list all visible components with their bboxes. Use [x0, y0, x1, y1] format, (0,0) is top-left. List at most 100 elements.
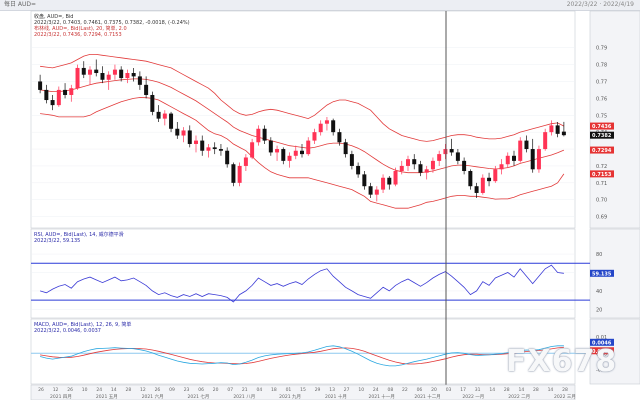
time-tick-label: 14 — [518, 387, 524, 393]
time-month-label: 2022 三月 — [554, 394, 576, 400]
candle-body — [175, 128, 180, 136]
chart-window: 每日 AUD= 2022/3/22 · 2022/4/19 0.79 0.78 0.… — [0, 0, 640, 400]
time-tick-label: 06 — [417, 387, 423, 393]
time-tick-label: 12 — [53, 387, 59, 393]
time-tick-label: 28 — [533, 387, 539, 393]
candle-body — [536, 149, 541, 170]
candle-body — [256, 128, 261, 143]
candle-body — [505, 155, 510, 165]
time-tick-label: 21 — [242, 387, 248, 393]
time-month-label: 2021 六月 — [142, 393, 164, 400]
candle-body — [150, 94, 155, 112]
rsi-legend-line: 2022/3/22, 59.135 — [34, 238, 80, 244]
chart-canvas: 0.790.780.770.760.750.740.730.720.710.70… — [30, 10, 640, 400]
price-legend-line: 布林线, AUD=, Bid(Last), 20, 简单, 2.0 — [34, 25, 127, 32]
time-month-label: 2021 十月 — [325, 393, 347, 400]
candle-body — [493, 169, 498, 182]
rsi-tick-label: 20 — [596, 307, 602, 313]
candle-body — [63, 89, 68, 95]
candle-body — [324, 120, 329, 124]
time-tick-label: 12 — [140, 387, 146, 393]
candle-body — [549, 125, 554, 133]
time-tick-label: 26 — [38, 387, 44, 393]
price-tick-label: 0.77 — [596, 79, 607, 85]
candle-body — [512, 155, 516, 161]
candle-body — [125, 73, 130, 79]
rsi-tick-label: 80 — [596, 252, 602, 258]
time-month-label: 2021 八月 — [233, 394, 255, 400]
candle-body — [100, 73, 105, 80]
time-tick-label: 27 — [344, 387, 350, 393]
candle-body — [243, 157, 248, 166]
time-tick-label: 29 — [315, 387, 321, 393]
price-tick-label: 0.76 — [596, 96, 607, 102]
time-tick-label: 10 — [358, 387, 364, 393]
candle-body — [312, 132, 317, 141]
candle-body — [231, 164, 236, 183]
candle-body — [169, 113, 174, 129]
price-legend-line: 2022/3/22, 0.7436, 0.7294, 0.7153 — [34, 32, 122, 38]
time-tick-label: 22 — [402, 387, 408, 393]
candle-body — [156, 111, 161, 119]
time-month-label: 2021 十一月 — [369, 393, 395, 400]
candle — [231, 162, 236, 187]
candle-body — [44, 89, 49, 101]
candle-body — [356, 165, 361, 175]
candle-body — [387, 177, 392, 185]
price-tag-label: 0.7153 — [592, 172, 612, 178]
time-month-label: 2022 一月 — [462, 394, 484, 400]
candle-body — [187, 130, 192, 144]
candle-body — [530, 149, 535, 170]
time-tick-label: 03 — [446, 387, 452, 393]
candle-body — [306, 140, 311, 155]
price-tick-label: 0.71 — [596, 181, 607, 187]
time-tick-label: 28 — [504, 387, 510, 393]
price-tick-label: 0.69 — [596, 215, 607, 221]
time-month-label: 2021 十二月 — [414, 393, 440, 400]
price-tick-label: 0.78 — [596, 63, 607, 69]
time-tick-label: 14 — [548, 387, 554, 393]
time-tick-label: 06 — [198, 387, 204, 393]
time-tick-label: 28 — [562, 387, 568, 393]
candle-body — [218, 149, 223, 151]
candle-body — [131, 73, 136, 77]
candle-body — [393, 171, 398, 185]
candle-body — [144, 84, 149, 95]
time-tick-label: 14 — [111, 387, 117, 393]
candle-body — [561, 131, 566, 136]
candle-body — [250, 142, 255, 158]
panel-0-frame — [30, 10, 576, 229]
candle-body — [424, 169, 429, 173]
time-tick-label: 14 — [489, 387, 495, 393]
candle-body — [331, 120, 336, 133]
time-tick-label: 28 — [125, 387, 131, 393]
candle-body — [268, 140, 273, 153]
time-tick-label: 01 — [286, 387, 292, 393]
time-tick-label: 24 — [96, 387, 102, 393]
price-tag-label: 0.7436 — [592, 124, 612, 130]
price-tick-label: 0.79 — [596, 46, 607, 52]
candle-body — [524, 140, 529, 150]
rsi-tag-label: 59.135 — [592, 271, 612, 277]
candle-body — [462, 160, 467, 172]
price-legend-line: 收盘, AUD=, Bid — [34, 13, 73, 20]
candle — [150, 91, 155, 116]
candle-body — [449, 149, 454, 153]
rsi-legend-line: RSI, AUD=, Bid(Last), 14, 威尔德平滑 — [34, 231, 124, 238]
candle-body — [237, 165, 242, 183]
time-tick-label: 15 — [300, 387, 306, 393]
watermark: FX678 — [506, 344, 618, 379]
candle-body — [137, 76, 142, 85]
price-tag-label: 0.7382 — [592, 133, 612, 139]
price-tick-label: 0.72 — [596, 164, 607, 170]
time-tick-label: 23 — [184, 387, 190, 393]
macd-legend-line: MACD, AUD=, Bid(Last), 12, 26, 9, 简单 — [34, 321, 131, 328]
time-tick-label: 13 — [329, 387, 335, 393]
candle-body — [318, 123, 323, 133]
candle-body — [543, 132, 548, 150]
candle-body — [56, 89, 61, 106]
candle-body — [75, 67, 80, 89]
time-tick-label: 20 — [431, 387, 437, 393]
price-tick-label: 0.75 — [596, 113, 607, 119]
candle-body — [112, 69, 117, 75]
